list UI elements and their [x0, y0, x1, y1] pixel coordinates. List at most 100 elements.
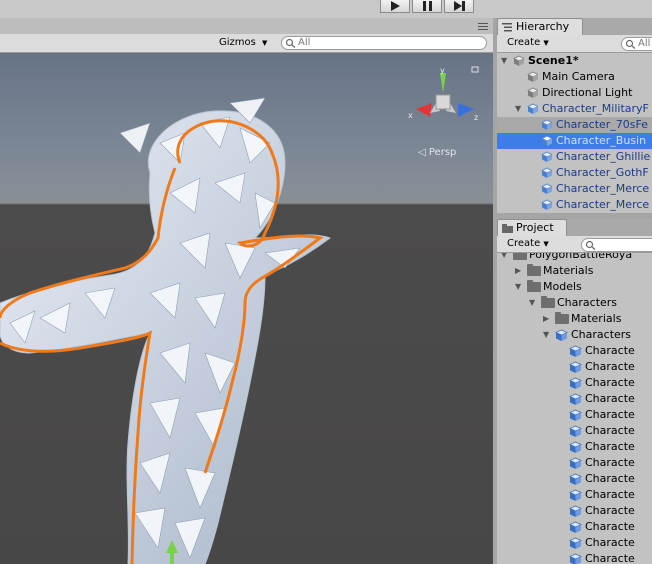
mesh-icon [569, 473, 582, 485]
mesh-icon [569, 441, 582, 453]
mesh-icon [569, 425, 582, 437]
project-item-label: PolygonBattleRoya [529, 253, 633, 261]
asset-item[interactable]: Characte [497, 391, 652, 407]
asset-item[interactable]: Characte [497, 359, 652, 375]
scene-viewport[interactable]: y x z ◁ Persp [0, 53, 493, 564]
project-item-label: Characte [585, 488, 635, 501]
folder-icon [527, 280, 541, 292]
search-icon [285, 38, 296, 48]
folder-item[interactable]: ▶ Materials [497, 263, 652, 279]
search-icon [585, 240, 596, 250]
panel-menu-icon[interactable] [478, 22, 490, 30]
hierarchy-item[interactable]: Character_GothF [497, 165, 652, 181]
axis-z-label: z [474, 113, 478, 122]
create-label: Create [507, 238, 541, 249]
hierarchy-item-label: Character_GothF [556, 166, 649, 179]
asset-item[interactable]: Characte [497, 375, 652, 391]
project-item-label: Models [543, 280, 582, 293]
asset-item[interactable]: Characte [497, 487, 652, 503]
hierarchy-item[interactable]: Character_Merce [497, 197, 652, 213]
scene-tab-strip [0, 18, 493, 34]
step-icon [454, 1, 465, 11]
folder-item[interactable]: ▼ Characters [497, 295, 652, 311]
mesh-icon [569, 393, 582, 405]
hierarchy-search-placeholder: All [638, 38, 651, 49]
hierarchy-item[interactable]: Directional Light [497, 85, 652, 101]
mesh-icon [569, 553, 582, 564]
scene-search-placeholder: All [298, 37, 311, 48]
expand-arrow-icon[interactable]: ▼ [501, 253, 511, 263]
expand-arrow-icon[interactable]: ▶ [543, 311, 553, 327]
gizmos-label: Gizmos [219, 37, 256, 48]
project-item-label: Characte [585, 536, 635, 549]
asset-item[interactable]: Characte [497, 423, 652, 439]
hierarchy-item[interactable]: Character_Busin [497, 133, 652, 149]
prefab-cube-icon [541, 135, 552, 146]
project-item-label: Characte [585, 440, 635, 453]
project-item-label: Characters [557, 296, 618, 309]
mesh-icon [569, 361, 582, 373]
expand-arrow-icon[interactable]: ▼ [515, 101, 525, 117]
create-label: Create [507, 37, 541, 48]
unity-scene-icon [513, 55, 524, 66]
project-item-label: Characters [571, 328, 632, 341]
project-item-label: Characte [585, 504, 635, 517]
folder-item[interactable]: ▼ Models [497, 279, 652, 295]
asset-item[interactable]: Characte [497, 455, 652, 471]
hierarchy-item[interactable]: Character_Merce [497, 181, 652, 197]
asset-item[interactable]: Characte [497, 519, 652, 535]
folder-item[interactable]: ▼ PolygonBattleRoya [497, 253, 652, 263]
hierarchy-item[interactable]: ▼ Scene1* [497, 53, 652, 69]
step-button[interactable] [444, 0, 474, 13]
tab-hierarchy[interactable]: Hierarchy [497, 18, 583, 35]
hierarchy-item[interactable]: Main Camera [497, 69, 652, 85]
expand-arrow-icon[interactable]: ▶ [515, 263, 525, 279]
tab-project[interactable]: Project [497, 219, 567, 236]
pause-button[interactable] [412, 0, 442, 13]
asset-item[interactable]: Characte [497, 503, 652, 519]
hierarchy-item[interactable]: Character_70sFe [497, 117, 652, 133]
project-search-input[interactable] [581, 238, 652, 252]
mesh-icon [569, 345, 582, 357]
prefab-cube-icon [527, 103, 538, 114]
folder-item[interactable]: ▶ Materials [497, 311, 652, 327]
hierarchy-item-label: Character_Merce [556, 182, 650, 195]
hierarchy-item[interactable]: ▼ Character_MilitaryF [497, 101, 652, 117]
expand-arrow-icon[interactable]: ▼ [501, 53, 511, 69]
prefab-cube-icon [541, 151, 552, 162]
project-create-button[interactable]: Create ▼ [507, 237, 549, 252]
asset-item[interactable]: Characte [497, 439, 652, 455]
asset-item[interactable]: Characte [497, 551, 652, 564]
orientation-gizmo-icon[interactable]: y x z [402, 65, 482, 135]
hierarchy-item[interactable]: Character_Ghillie [497, 149, 652, 165]
project-item-label: Materials [543, 264, 594, 277]
folder-icon [513, 253, 527, 260]
axis-x-label: x [408, 111, 413, 120]
project-list: ▼ PolygonBattleRoya ▶ Materials ▼ Models ▼ Char… [497, 253, 652, 564]
hierarchy-item-label: Character_Ghillie [556, 150, 651, 163]
scene-search-input[interactable]: All [281, 36, 487, 50]
mesh-icon [569, 505, 582, 517]
folder-icon [555, 312, 569, 324]
play-button[interactable] [380, 0, 410, 13]
hierarchy-item-label: Directional Light [542, 86, 633, 99]
chevron-down-icon: ▼ [262, 39, 268, 47]
asset-item[interactable]: Characte [497, 407, 652, 423]
asset-item[interactable]: ▼ Characters [497, 327, 652, 343]
expand-arrow-icon[interactable]: ▼ [515, 279, 525, 295]
project-item-label: Materials [571, 312, 622, 325]
gizmos-dropdown[interactable]: Gizmos ▼ [219, 36, 273, 50]
hierarchy-search-input[interactable]: All [621, 37, 652, 51]
perspective-label[interactable]: ◁ Persp [418, 147, 456, 158]
hierarchy-create-button[interactable]: Create ▼ [507, 36, 549, 51]
hierarchy-item-label: Character_Busin [556, 134, 647, 147]
asset-item[interactable]: Characte [497, 535, 652, 551]
project-item-label: Characte [585, 456, 635, 469]
persp-arrow-icon: ◁ [418, 147, 429, 158]
expand-arrow-icon[interactable]: ▼ [543, 327, 553, 343]
chevron-down-icon: ▼ [543, 240, 549, 248]
asset-item[interactable]: Characte [497, 343, 652, 359]
mesh-icon [569, 537, 582, 549]
asset-item[interactable]: Characte [497, 471, 652, 487]
expand-arrow-icon[interactable]: ▼ [529, 295, 539, 311]
